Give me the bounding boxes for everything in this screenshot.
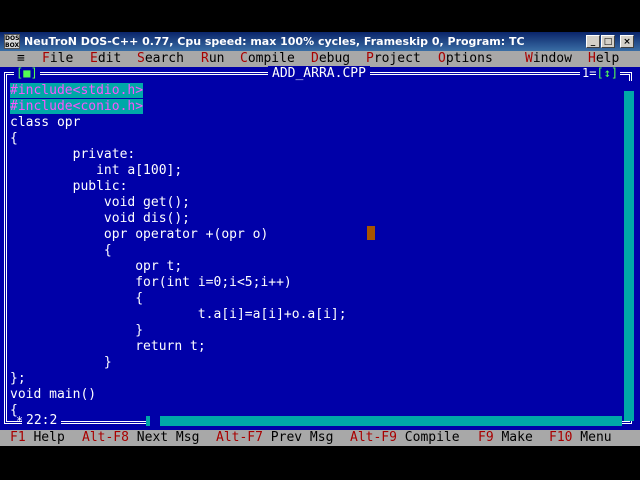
menu-search-hotkey: S — [137, 51, 145, 66]
menu-compile-label: ompile — [247, 51, 295, 66]
code-line-18: } — [10, 355, 112, 370]
menu-help-hotkey: H — [588, 51, 596, 66]
horizontal-scrollbar[interactable] — [146, 416, 622, 426]
menu-debug-hotkey: D — [311, 51, 319, 66]
status-make-key: F9 — [478, 430, 494, 445]
status-help[interactable]: F1 Help — [10, 430, 65, 446]
code-line-17: return t; — [10, 339, 206, 354]
status-bar: F1 Help Alt-F8 Next Msg Alt-F7 Prev Msg … — [0, 430, 640, 446]
status-prev-msg-label: Prev Msg — [262, 430, 334, 445]
menu-edit-hotkey: E — [90, 51, 98, 66]
editor-top-border: [■] ADD_ARRA.CPP 1=[↕] — [0, 66, 640, 81]
status-make[interactable]: F9 Make — [478, 430, 533, 446]
code-line-16: } — [10, 323, 144, 338]
system-menu-icon[interactable]: ≡ — [17, 51, 25, 67]
dosbox-icon[interactable]: DOS BOX — [4, 34, 20, 49]
menu-debug-label: ebug — [318, 51, 351, 66]
menu-run[interactable]: Run — [201, 51, 224, 67]
status-menu-key: F10 — [549, 430, 573, 445]
dosbox-title-bar: DOS BOX NeuTroN DOS-C++ 0.77, Cpu speed:… — [0, 32, 640, 51]
close-button[interactable]: × — [620, 35, 634, 48]
status-prev-msg-key: Alt-F7 — [216, 430, 263, 445]
window-number: 1=[↕] — [580, 66, 621, 80]
menu-compile[interactable]: Compile — [240, 51, 295, 67]
menu-edit[interactable]: Edit — [90, 51, 121, 67]
maximize-button[interactable]: □ — [601, 35, 615, 48]
status-help-key: F1 — [10, 430, 26, 445]
editor-bottom-border: * 22:2 — [0, 414, 640, 428]
menu-help[interactable]: Help — [588, 51, 619, 67]
menu-compile-hotkey: C — [240, 51, 248, 66]
mouse-cursor-block — [367, 226, 375, 240]
code-line-1: #include<stdio.h> — [10, 83, 144, 98]
menu-window[interactable]: Window — [525, 51, 572, 67]
menu-window-hotkey: W — [525, 51, 533, 66]
code-line-11: { — [10, 243, 112, 258]
menu-run-label: un — [208, 51, 225, 66]
code-line-7: public: — [10, 179, 128, 194]
vertical-scroll-thumb[interactable] — [624, 81, 634, 91]
status-compile-key: Alt-F9 — [350, 430, 397, 445]
status-menu-label: Menu — [572, 430, 612, 445]
menu-help-label: elp — [595, 51, 620, 66]
status-prev-msg[interactable]: Alt-F7 Prev Msg — [216, 430, 333, 446]
status-next-msg-key: Alt-F8 — [82, 430, 129, 445]
code-line-6: int a[100]; — [10, 163, 183, 178]
code-line-9: void dis(); — [10, 211, 191, 226]
menu-project-hotkey: P — [366, 51, 374, 66]
menu-run-hotkey: R — [201, 51, 209, 66]
menu-options[interactable]: Options — [438, 51, 493, 67]
menu-window-label: indow — [532, 51, 572, 66]
status-next-msg-label: Next Msg — [128, 430, 200, 445]
menu-options-hotkey: O — [438, 51, 446, 66]
status-compile-label: Compile — [396, 430, 460, 445]
menu-project-label: roject — [373, 51, 421, 66]
menu-file[interactable]: File — [42, 51, 73, 67]
code-line-3: class opr — [10, 115, 81, 130]
menu-project[interactable]: Project — [366, 51, 421, 67]
menu-file-label: ile — [49, 51, 74, 66]
code-line-8: void get(); — [10, 195, 191, 210]
minimize-button[interactable]: _ — [586, 35, 600, 48]
menu-options-label: ptions — [445, 51, 493, 66]
code-line-15: t.a[i]=a[i]+o.a[i]; — [10, 307, 347, 322]
status-help-label: Help — [25, 430, 65, 445]
menu-search-label: earch — [144, 51, 184, 66]
file-name: ADD_ARRA.CPP — [268, 66, 370, 81]
status-compile[interactable]: Alt-F9 Compile — [350, 430, 460, 446]
menu-bar: ≡ File Edit Search Run Compile Debug Pro… — [0, 51, 640, 67]
code-line-10: opr operator +(opr o) — [10, 227, 269, 242]
zoom-box[interactable]: [↕] — [596, 66, 618, 80]
cursor-position: 22:2 — [22, 414, 62, 428]
code-line-2: #include<conio.h> — [10, 99, 144, 114]
editor-window: [■] ADD_ARRA.CPP 1=[↕] #include<stdio.h>… — [0, 66, 640, 430]
code-line-5: private: — [10, 147, 136, 162]
window-number-value: 1 — [582, 66, 590, 80]
status-menu[interactable]: F10 Menu — [549, 430, 612, 446]
status-next-msg[interactable]: Alt-F8 Next Msg — [82, 430, 199, 446]
code-line-4: { — [10, 131, 18, 146]
code-line-13: for(int i=0;i<5;i++) — [10, 275, 292, 290]
menu-search[interactable]: Search — [137, 51, 184, 67]
menu-file-hotkey: F — [42, 51, 50, 66]
vertical-scrollbar[interactable] — [624, 81, 634, 421]
screen: DOS BOX NeuTroN DOS-C++ 0.77, Cpu speed:… — [0, 0, 640, 480]
editor-close-box[interactable]: [■] — [14, 67, 40, 80]
window-title: NeuTroN DOS-C++ 0.77, Cpu speed: max 100… — [24, 35, 525, 48]
status-make-label: Make — [493, 430, 533, 445]
code-line-19: }; — [10, 371, 26, 386]
horizontal-scroll-thumb[interactable] — [150, 416, 160, 426]
menu-edit-label: dit — [97, 51, 122, 66]
menu-debug[interactable]: Debug — [311, 51, 350, 67]
code-line-14: { — [10, 291, 144, 306]
code-line-20: void main() — [10, 387, 97, 402]
code-line-12: opr t; — [10, 259, 183, 274]
